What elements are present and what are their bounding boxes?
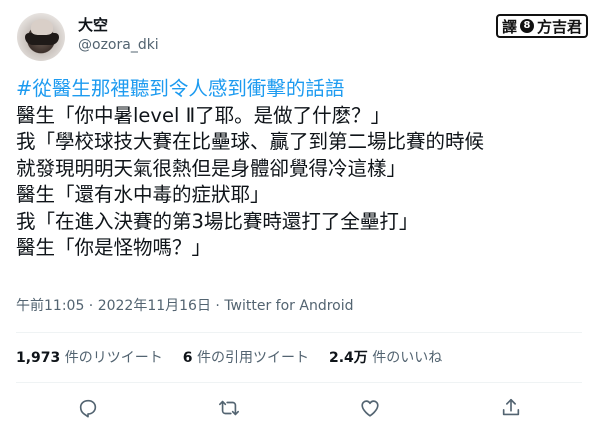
watermark-right-text: 方吉君	[536, 17, 582, 36]
watermark-left-text: 譯	[501, 17, 517, 36]
tweet-text: #從醫生那裡聽到令人感到衝擊的話語 醫生「你中暑level Ⅱ了耶。是做了什麽？…	[16, 76, 586, 262]
retweets-count: 1,973	[16, 350, 61, 366]
retweets-stat[interactable]: 1,973 件のリツイート	[16, 349, 163, 367]
watermark-dot: 8	[519, 19, 534, 33]
reply-button[interactable]	[73, 393, 103, 423]
user-handle[interactable]: @ozora_dki	[78, 36, 159, 54]
divider	[16, 332, 582, 333]
share-icon	[502, 398, 520, 416]
client-link[interactable]: Twitter for Android	[224, 298, 353, 314]
quotes-label: 件の引用ツイート	[192, 350, 309, 366]
retweets-label: 件のリツイート	[60, 350, 163, 366]
likes-label: 件のいいね	[367, 350, 443, 366]
tweet-line: 醫生「你是怪物嗎？」	[16, 236, 212, 259]
action-bar	[0, 393, 598, 423]
tweet-line: 我「在進入決賽的第3場比賽時還打了全壘打」	[16, 209, 419, 233]
hashtag-link[interactable]: #從醫生那裡聽到令人感到衝擊的話語	[16, 76, 586, 103]
tweet-timestamp: 午前11:05 · 2022年11月16日 · Twitter for Andr…	[16, 297, 354, 315]
likes-count: 2.4万	[328, 350, 368, 366]
retweet-button[interactable]	[214, 393, 244, 423]
divider	[16, 382, 582, 383]
tweet-line: 醫生「還有水中毒的症狀耶」	[16, 183, 270, 206]
tweet-line: 我「學校球技大賽在比壘球、贏了到第二場比賽的時候	[16, 130, 485, 153]
like-button[interactable]	[355, 393, 385, 423]
timestamp-text[interactable]: 午前11:05 · 2022年11月16日 ·	[16, 298, 224, 314]
quotes-count: 6	[182, 350, 193, 366]
avatar[interactable]	[17, 13, 65, 61]
like-icon	[361, 400, 379, 417]
reply-icon	[79, 399, 97, 418]
retweet-icon	[219, 400, 239, 416]
tweet-line: 就發現明明天氣很熱但是身體卻覺得冷這樣」	[16, 156, 407, 180]
tweet-line: 醫生「你中暑level Ⅱ了耶。是做了什麽？」	[16, 103, 391, 127]
display-name[interactable]: 大空	[78, 15, 108, 35]
translator-watermark: 譯 8 方吉君	[495, 14, 588, 38]
share-button[interactable]	[496, 393, 526, 423]
likes-stat[interactable]: 2.4万 件のいいね	[329, 349, 442, 367]
quotes-stat[interactable]: 6 件の引用ツイート	[183, 349, 309, 367]
engagement-stats: 1,973 件のリツイート 6 件の引用ツイート 2.4万 件のいいね	[16, 349, 442, 367]
